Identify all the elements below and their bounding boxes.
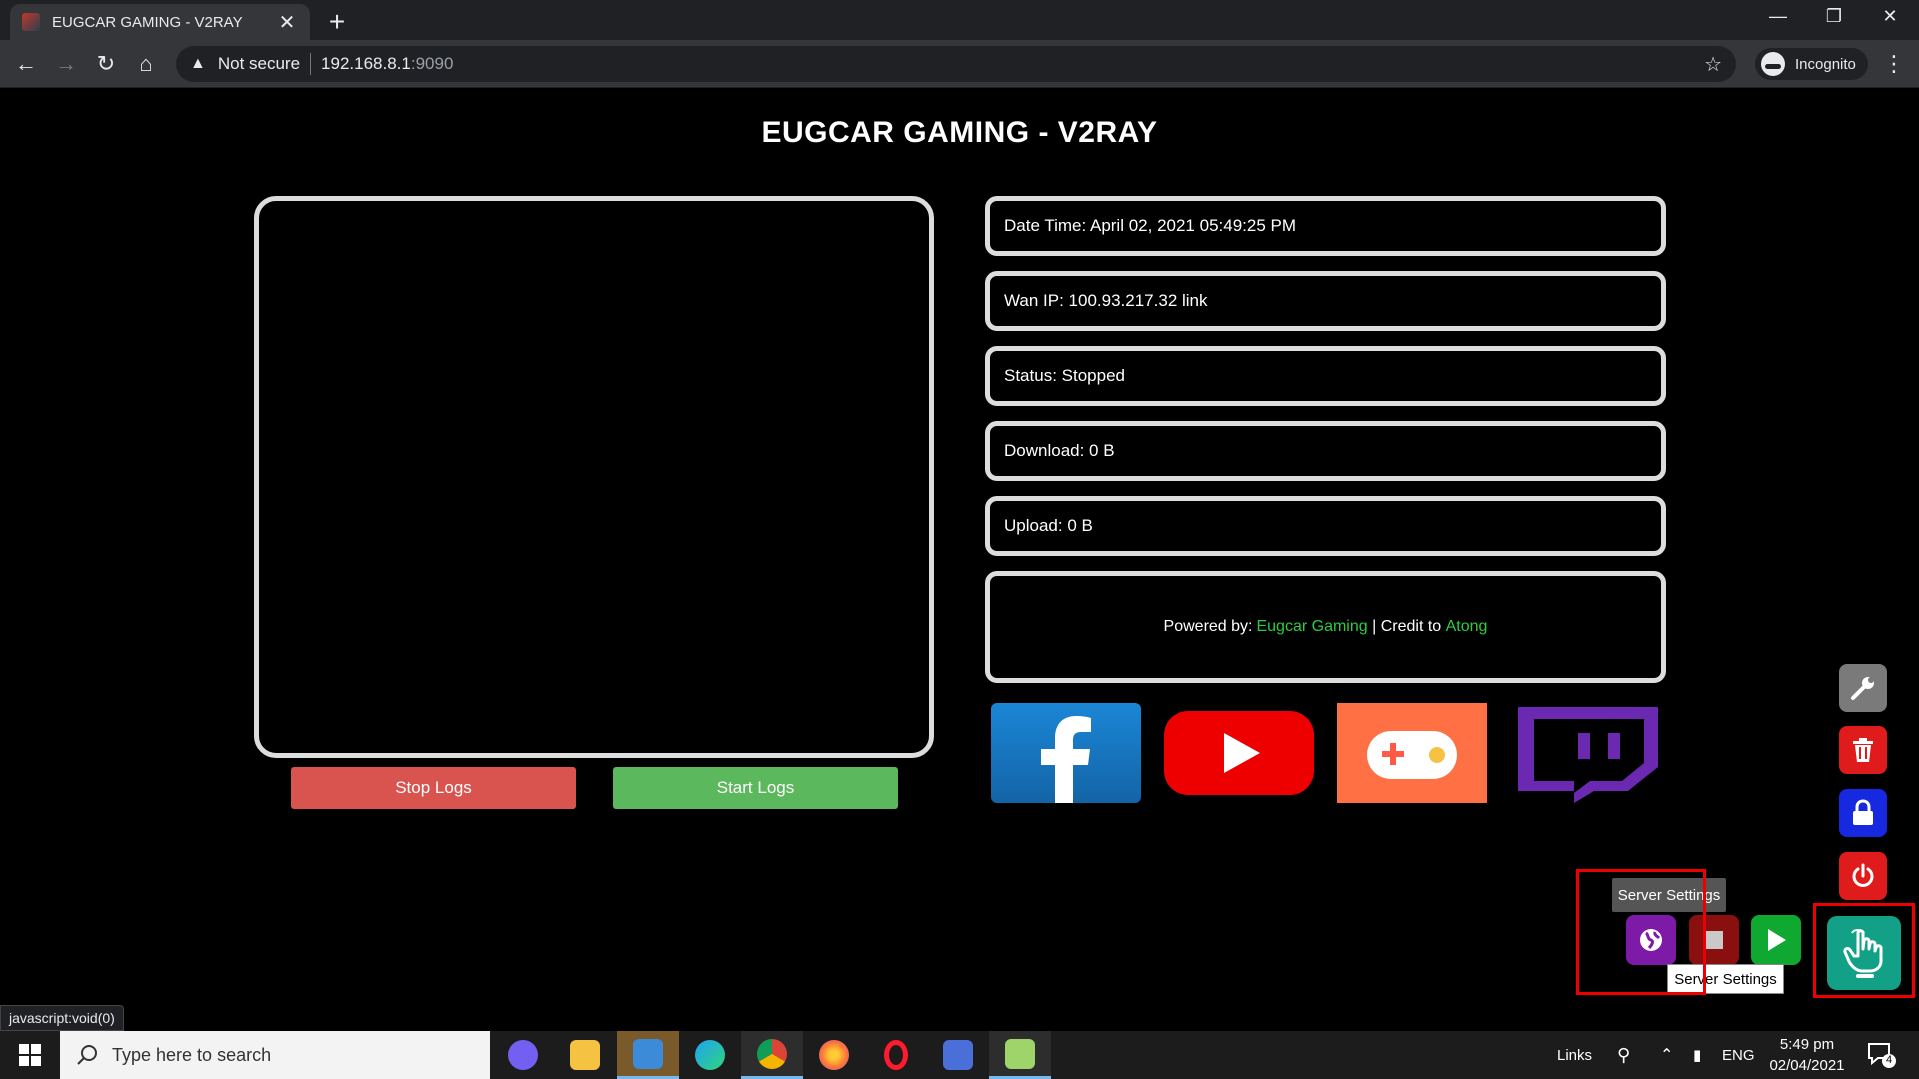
powered-by-label: Powered by:: [1163, 618, 1253, 635]
browser-titlebar: EUGCAR GAMING - V2RAY ✕ + — ❐ ✕: [0, 0, 1919, 40]
warning-triangle-icon: ▲: [190, 55, 206, 72]
taskbar-clock[interactable]: 5:49 pm 02/04/2021: [1762, 1034, 1852, 1076]
back-arrow-icon[interactable]: ←: [10, 48, 42, 80]
links-toolbar[interactable]: Links: [1557, 1031, 1592, 1079]
lock-button[interactable]: [1839, 789, 1887, 837]
window-close-icon[interactable]: ✕: [1870, 6, 1910, 27]
new-tab-button[interactable]: +: [322, 6, 352, 38]
taskbar-file-explorer[interactable]: [554, 1031, 616, 1079]
facebook-icon[interactable]: [991, 703, 1141, 803]
log-panel[interactable]: [254, 196, 934, 758]
incognito-badge[interactable]: Incognito: [1755, 48, 1868, 80]
clock-time: 5:49 pm: [1779, 1036, 1835, 1053]
omnibox-divider: [310, 53, 312, 75]
incognito-icon: [1761, 52, 1785, 76]
notepad-icon: [1005, 1038, 1035, 1069]
play-icon: [1768, 929, 1786, 951]
battery-icon[interactable]: ▮: [1693, 1031, 1701, 1079]
chevron-up-icon[interactable]: ⌃: [1660, 1031, 1673, 1079]
stop-logs-button[interactable]: Stop Logs: [291, 767, 576, 809]
upload-box: Upload: 0 B: [985, 496, 1666, 556]
taskbar-firefox[interactable]: [803, 1031, 865, 1079]
taskbar-network-app[interactable]: [927, 1031, 989, 1079]
gamepad-icon[interactable]: [1337, 703, 1487, 803]
stop-icon: [1705, 931, 1723, 949]
power-button[interactable]: [1839, 852, 1887, 900]
tab-favicon-icon: [22, 13, 40, 31]
wan-ip-box[interactable]: Wan IP: 100.93.217.32 link: [985, 271, 1666, 331]
datetime-box: Date Time: April 02, 2021 05:49:25 PM: [985, 196, 1666, 256]
url-host: 192.168.8.1: [321, 54, 411, 73]
twitch-icon[interactable]: [1510, 703, 1660, 803]
play-button[interactable]: [1751, 915, 1801, 965]
power-icon: [1852, 863, 1874, 887]
url-port: :9090: [410, 54, 454, 73]
firefox-icon: [819, 1040, 849, 1070]
credit-separator: | Credit to: [1367, 618, 1446, 635]
download-box: Download: 0 B: [985, 421, 1666, 481]
taskbar-chrome[interactable]: [741, 1031, 803, 1079]
notification-center-button[interactable]: 4: [1866, 1041, 1896, 1069]
wrench-icon: [1851, 677, 1874, 700]
incognito-label: Incognito: [1795, 55, 1856, 73]
browser-menu-icon[interactable]: ⋮: [1882, 48, 1906, 80]
people-icon[interactable]: ⚲: [1617, 1031, 1630, 1079]
youtube-icon[interactable]: [1164, 703, 1314, 803]
lock-icon: [1853, 799, 1873, 825]
eugcar-gaming-link[interactable]: Eugcar Gaming: [1256, 618, 1367, 636]
clock-date: 02/04/2021: [1769, 1057, 1845, 1074]
browser-toolbar: ← → ↻ ⌂ ▲ Not secure 192.168.8.1 :9090 ☆…: [0, 40, 1919, 88]
minimize-icon[interactable]: —: [1758, 6, 1798, 27]
forward-arrow-icon[interactable]: →: [50, 48, 82, 80]
edge-icon: [695, 1040, 725, 1070]
security-label[interactable]: Not secure: [218, 54, 300, 74]
tab-title: EUGCAR GAMING - V2RAY: [52, 13, 243, 31]
credits-box: Powered by: Eugcar Gaming | Credit to At…: [985, 571, 1666, 683]
status-url-bubble: javascript:void(0): [0, 1005, 124, 1031]
viber-icon: [508, 1040, 538, 1070]
trash-button[interactable]: [1839, 726, 1887, 774]
taskbar: Type here to search Links ⚲ ⌃ ▮ ENG 5:49…: [0, 1031, 1919, 1079]
page-content: EUGCAR GAMING - V2RAY Stop Logs Start Lo…: [0, 88, 1919, 1030]
taskbar-app-manager[interactable]: [617, 1031, 679, 1079]
taskbar-search[interactable]: Type here to search: [60, 1031, 490, 1079]
status-box: Status: Stopped: [985, 346, 1666, 406]
start-logs-button[interactable]: Start Logs: [613, 767, 898, 809]
search-icon: [77, 1045, 97, 1065]
tab-close-icon[interactable]: ✕: [276, 10, 298, 35]
network-computer-icon: [943, 1040, 973, 1070]
restore-icon[interactable]: ❐: [1814, 6, 1854, 27]
address-bar[interactable]: ▲ Not secure 192.168.8.1 :9090 ☆: [176, 46, 1736, 82]
home-icon[interactable]: ⌂: [130, 48, 162, 80]
language-indicator[interactable]: ENG: [1722, 1031, 1755, 1079]
folder-icon: [570, 1040, 600, 1070]
windows-logo-icon: [19, 1044, 41, 1066]
search-placeholder: Type here to search: [112, 1044, 272, 1065]
atong-link[interactable]: Atong: [1446, 618, 1488, 636]
trash-icon: [1853, 738, 1873, 762]
wrench-button[interactable]: [1839, 664, 1887, 712]
bookmark-star-icon[interactable]: ☆: [1704, 52, 1722, 77]
highlight-frame-main: [1813, 903, 1915, 998]
reload-icon[interactable]: ↻: [90, 48, 122, 80]
windows-start-button[interactable]: [0, 1031, 60, 1079]
taskbar-notepad-app[interactable]: [989, 1031, 1051, 1079]
browser-tab[interactable]: EUGCAR GAMING - V2RAY ✕: [10, 4, 310, 40]
highlight-frame-server: [1576, 869, 1706, 995]
app-manager-icon: [633, 1038, 663, 1069]
taskbar-edge[interactable]: [679, 1031, 741, 1079]
taskbar-opera[interactable]: [865, 1031, 927, 1079]
opera-icon: [884, 1040, 908, 1070]
taskbar-viber[interactable]: [492, 1031, 554, 1079]
chrome-icon: [757, 1038, 787, 1069]
page-title: EUGCAR GAMING - V2RAY: [761, 116, 1158, 149]
notification-count: 4: [1885, 1054, 1893, 1066]
